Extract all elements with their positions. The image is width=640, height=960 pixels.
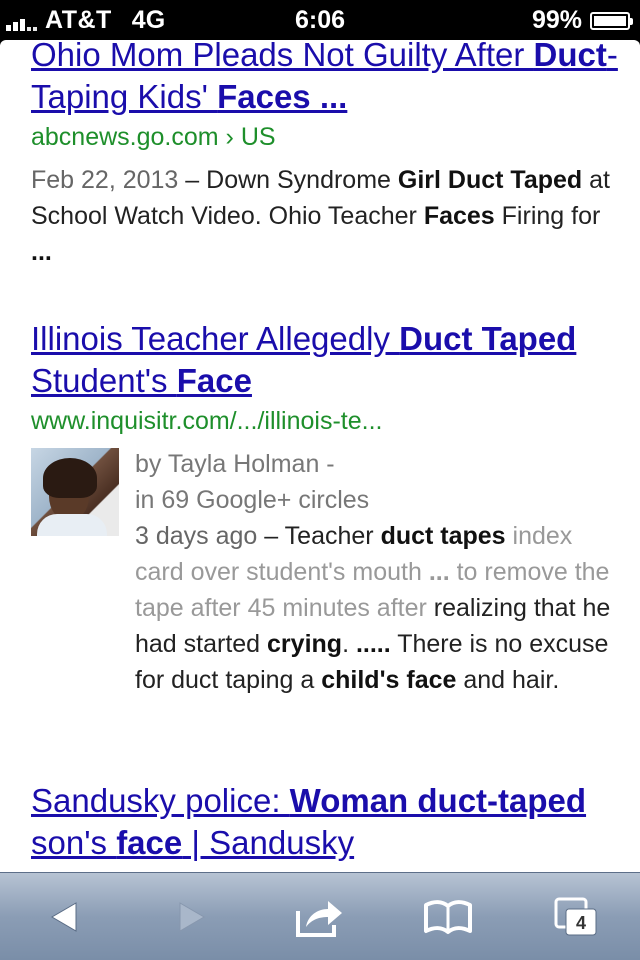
result-url[interactable]: abcnews.go.com › US	[31, 120, 621, 154]
author-avatar[interactable]	[31, 448, 119, 536]
text-fragment: Faces ...	[217, 78, 348, 115]
text-fragment: face	[116, 824, 183, 861]
status-bar: AT&T 4G 6:06 99%	[0, 0, 640, 40]
text-fragment: Face	[176, 362, 252, 399]
text-fragment: – Down Syndrome	[178, 166, 398, 194]
status-right: 99%	[531, 6, 633, 35]
result-snippet: 3 days ago – Teacher duct tapes index ca…	[135, 518, 621, 698]
tabs-icon: 4	[554, 897, 597, 935]
result-title-link[interactable]: Sandusky police: Woman duct-taped son's …	[31, 780, 621, 864]
result-date: Feb 22, 2013	[31, 166, 179, 194]
back-button[interactable]	[24, 877, 104, 957]
result-date: 3 days ago	[135, 522, 258, 550]
tab-count: 4	[576, 913, 586, 933]
author-byline[interactable]: by Tayla Holman -	[135, 446, 621, 482]
text-fragment: Faces	[423, 202, 495, 230]
back-icon	[51, 901, 77, 932]
text-fragment: ...	[31, 238, 52, 266]
text-fragment: .	[342, 630, 356, 658]
result-title-link[interactable]: Illinois Teacher Allegedly Duct Taped St…	[31, 318, 621, 402]
search-result: Illinois Teacher Allegedly Duct Taped St…	[31, 318, 621, 698]
battery-icon	[590, 11, 633, 30]
text-fragment: Student's	[31, 362, 177, 399]
text-fragment: – Teacher	[257, 522, 381, 550]
text-fragment: Girl Duct Taped	[397, 166, 583, 194]
text-fragment: and hair.	[456, 666, 560, 694]
text-fragment: Ohio Mom Pleads Not Guilty After	[31, 40, 534, 73]
text-fragment: .....	[355, 630, 391, 658]
text-fragment: son's	[31, 824, 117, 861]
result-title-link[interactable]: Ohio Mom Pleads Not Guilty After Duct-Ta…	[31, 40, 621, 118]
text-fragment: ...	[428, 558, 450, 586]
text-fragment: Duct Taped	[399, 320, 577, 357]
text-fragment: Sandusky police:	[31, 782, 290, 819]
share-icon	[296, 900, 342, 937]
author-row: by Tayla Holman - in 69 Google+ circles …	[31, 446, 621, 698]
search-result: Ohio Mom Pleads Not Guilty After Duct-Ta…	[31, 40, 621, 270]
forward-icon	[179, 901, 205, 932]
author-circles: in 69 Google+ circles	[135, 486, 370, 514]
author-info: by Tayla Holman - in 69 Google+ circles …	[135, 446, 621, 698]
tabs-button[interactable]: 4	[536, 877, 616, 957]
battery-percent: 99%	[531, 6, 582, 34]
bookmarks-button[interactable]	[408, 877, 488, 957]
text-fragment: crying	[267, 630, 343, 658]
text-fragment: Illinois Teacher Allegedly	[31, 320, 400, 357]
forward-button[interactable]	[152, 877, 232, 957]
text-fragment: child's face	[321, 666, 457, 694]
text-fragment: Woman duct-taped	[289, 782, 587, 819]
result-url[interactable]: www.inquisitr.com/.../illinois-te...	[31, 404, 621, 438]
bookmarks-icon	[424, 899, 472, 934]
browser-toolbar: 4	[0, 872, 640, 960]
text-fragment: Duct	[533, 40, 607, 73]
text-fragment: | Sandusky	[182, 824, 355, 861]
share-button[interactable]	[280, 877, 360, 957]
result-snippet: Feb 22, 2013 – Down Syndrome Girl Duct T…	[31, 162, 621, 270]
search-result: Sandusky police: Woman duct-taped son's …	[31, 780, 621, 864]
text-fragment: duct tapes	[380, 522, 506, 550]
search-results: Ohio Mom Pleads Not Guilty After Duct-Ta…	[0, 40, 640, 872]
text-fragment: Firing for	[494, 202, 601, 230]
